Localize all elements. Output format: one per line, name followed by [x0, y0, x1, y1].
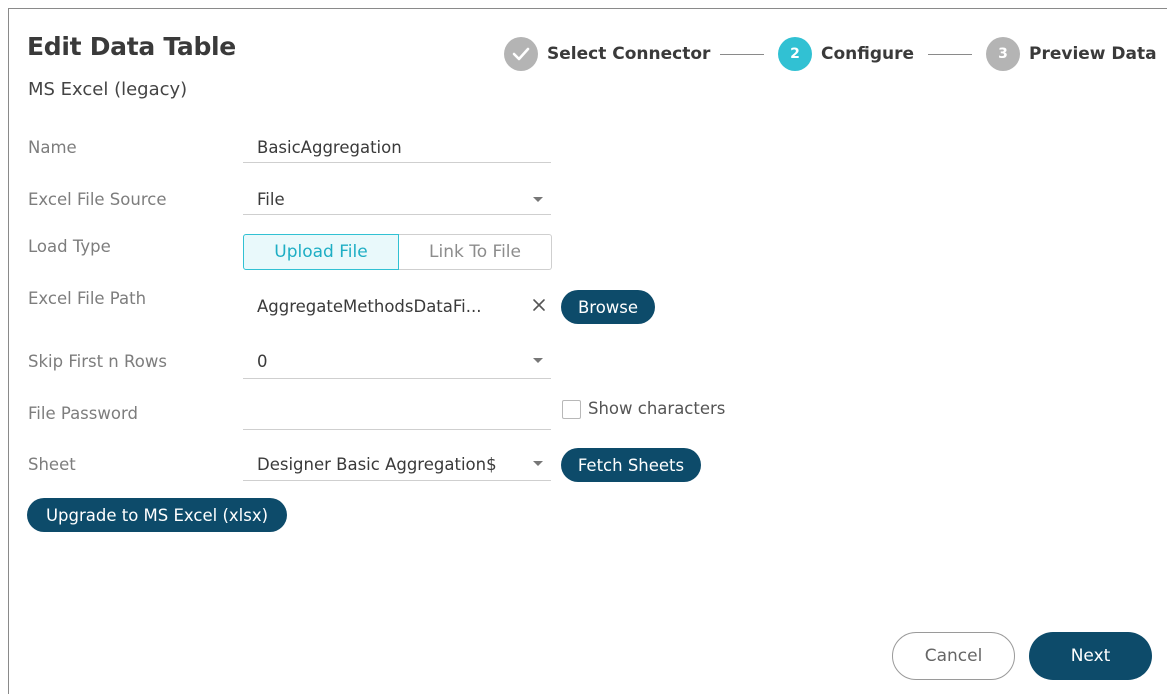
sheet-label: Sheet [28, 455, 76, 474]
excel-file-source-label: Excel File Source [28, 190, 167, 209]
connector-subtitle: MS Excel (legacy) [28, 79, 188, 100]
step-label: Select Connector [547, 44, 711, 64]
dialog-title: Edit Data Table [27, 32, 236, 61]
file-password-label: File Password [28, 404, 138, 423]
excel-file-source-value: File [257, 190, 285, 209]
step-connector-line [928, 54, 972, 55]
load-type-label: Load Type [28, 237, 111, 256]
sheet-select[interactable]: Designer Basic Aggregation$ [243, 448, 551, 481]
skip-first-n-rows-value: 0 [257, 352, 268, 371]
show-characters-label[interactable]: Show characters [588, 399, 725, 418]
name-value: BasicAggregation [257, 138, 402, 157]
chevron-down-icon [533, 197, 543, 202]
sheet-value: Designer Basic Aggregation$ [257, 454, 497, 474]
close-icon[interactable] [530, 296, 548, 314]
upgrade-to-xlsx-button[interactable]: Upgrade to MS Excel (xlsx) [27, 498, 287, 532]
edit-data-table-dialog [8, 8, 1167, 694]
excel-file-path-value: AggregateMethodsDataFi... [257, 296, 482, 316]
skip-first-n-rows-label: Skip First n Rows [28, 352, 167, 371]
step-label: Preview Data [1029, 44, 1157, 64]
check-icon [504, 37, 538, 71]
chevron-down-icon [533, 461, 543, 466]
cancel-button[interactable]: Cancel [892, 632, 1015, 680]
chevron-down-icon [533, 358, 543, 363]
excel-file-path-label: Excel File Path [28, 289, 147, 308]
skip-first-n-rows-select[interactable]: 0 [243, 345, 551, 379]
step-connector-line [720, 54, 764, 55]
step-configure[interactable]: 2 Configure [778, 36, 914, 72]
link-to-file-option[interactable]: Link To File [399, 234, 552, 270]
file-password-input[interactable] [243, 398, 551, 430]
step-number: 2 [778, 37, 812, 71]
step-label: Configure [821, 44, 915, 64]
excel-file-path-input[interactable]: AggregateMethodsDataFi... [243, 291, 523, 321]
excel-file-source-select[interactable]: File [243, 185, 551, 215]
step-preview-data[interactable]: 3 Preview Data [986, 36, 1157, 72]
step-select-connector[interactable]: Select Connector [504, 36, 710, 72]
name-label: Name [28, 138, 77, 157]
next-button[interactable]: Next [1029, 632, 1152, 680]
load-type-toggle: Upload File Link To File [243, 234, 552, 270]
show-characters-checkbox[interactable] [562, 400, 581, 419]
step-number: 3 [986, 37, 1020, 71]
browse-button[interactable]: Browse [561, 290, 655, 324]
name-input[interactable]: BasicAggregation [243, 133, 551, 163]
upload-file-option[interactable]: Upload File [243, 234, 399, 270]
fetch-sheets-button[interactable]: Fetch Sheets [561, 448, 701, 482]
